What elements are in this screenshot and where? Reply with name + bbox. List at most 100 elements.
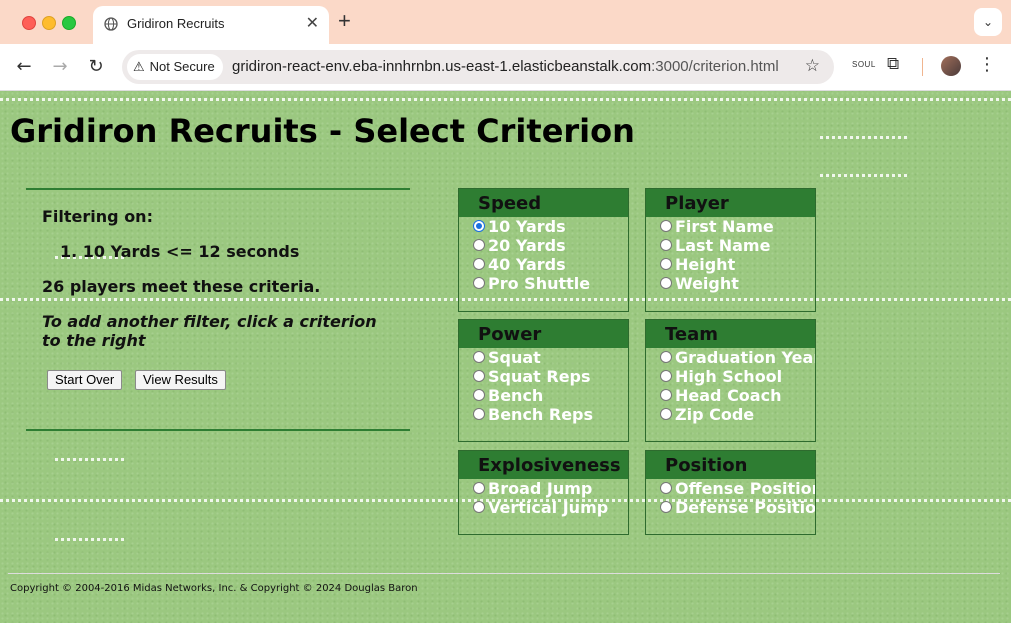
instruction-text: To add another filter, click a criterion… bbox=[42, 312, 377, 350]
radio-button[interactable] bbox=[473, 370, 485, 382]
toolbar-divider bbox=[922, 58, 923, 76]
option-height[interactable]: Height bbox=[646, 255, 815, 274]
team-header: Team bbox=[646, 320, 815, 348]
hash-mark bbox=[55, 538, 125, 541]
option-label: Squat Reps bbox=[488, 367, 591, 386]
option-offense-position[interactable]: Offense Position bbox=[646, 479, 815, 498]
radio-button[interactable] bbox=[473, 389, 485, 401]
globe-icon bbox=[104, 17, 118, 31]
option-label: Head Coach bbox=[675, 386, 782, 405]
option-pro-shuttle[interactable]: Pro Shuttle bbox=[459, 274, 628, 293]
zoom-window-button[interactable] bbox=[62, 16, 76, 30]
option-label: First Name bbox=[675, 217, 774, 236]
option-label: Pro Shuttle bbox=[488, 274, 591, 293]
option-squat-reps[interactable]: Squat Reps bbox=[459, 367, 628, 386]
option-squat[interactable]: Squat bbox=[459, 348, 628, 367]
footer-copyright: Copyright © 2004-2016 Midas Networks, In… bbox=[10, 583, 418, 594]
radio-button[interactable] bbox=[473, 501, 485, 513]
option-label: Zip Code bbox=[675, 405, 755, 424]
option-first-name[interactable]: First Name bbox=[646, 217, 815, 236]
radio-button[interactable] bbox=[473, 482, 485, 494]
option-vertical-jump[interactable]: Vertical Jump bbox=[459, 498, 628, 517]
back-icon[interactable]: ← bbox=[11, 54, 37, 80]
new-tab-icon[interactable]: + bbox=[338, 8, 351, 34]
yard-line bbox=[0, 98, 1011, 101]
divider-bottom bbox=[26, 429, 410, 431]
radio-button[interactable] bbox=[473, 277, 485, 289]
option-label: Graduation Year bbox=[675, 348, 816, 367]
filter-item: 1. 10 Yards <= 12 seconds bbox=[60, 242, 300, 261]
match-count: 26 players meet these criteria. bbox=[42, 277, 321, 296]
address-bar[interactable]: ⚠ Not Secure gridiron-react-env.eba-innhr… bbox=[122, 50, 834, 84]
radio-button[interactable] bbox=[473, 258, 485, 270]
speed-criteria-box: Speed 10 Yards 20 Yards 40 Yards Pro Shu… bbox=[458, 188, 629, 312]
warning-icon: ⚠ bbox=[133, 59, 145, 74]
browser-tab[interactable]: Gridiron Recruits ✕ bbox=[93, 6, 329, 44]
option-label: Broad Jump bbox=[488, 479, 593, 498]
option-label: Vertical Jump bbox=[488, 498, 609, 517]
soul-extension-icon[interactable]: SOUL bbox=[852, 60, 876, 69]
start-over-button[interactable]: Start Over bbox=[47, 370, 123, 390]
radio-button[interactable] bbox=[660, 220, 672, 232]
forward-icon[interactable]: → bbox=[47, 54, 73, 80]
radio-button[interactable] bbox=[473, 351, 485, 363]
option-label: Weight bbox=[675, 274, 739, 293]
option-graduation-year[interactable]: Graduation Year bbox=[646, 348, 815, 367]
option-weight[interactable]: Weight bbox=[646, 274, 815, 293]
option-label: 10 Yards bbox=[488, 217, 566, 236]
option-20-yards[interactable]: 20 Yards bbox=[459, 236, 628, 255]
option-10-yards[interactable]: 10 Yards bbox=[459, 217, 628, 236]
extensions-puzzle-icon[interactable]: ⧉ bbox=[887, 54, 899, 74]
option-label: Bench bbox=[488, 386, 544, 405]
close-window-button[interactable] bbox=[22, 16, 36, 30]
option-bench[interactable]: Bench bbox=[459, 386, 628, 405]
browser-menu-icon[interactable]: ⋮ bbox=[978, 54, 996, 75]
radio-button[interactable] bbox=[473, 408, 485, 420]
reload-icon[interactable]: ↻ bbox=[83, 54, 109, 80]
team-criteria-box: Team Graduation Year High School Head Co… bbox=[645, 319, 816, 442]
radio-button[interactable] bbox=[660, 501, 672, 513]
close-tab-icon[interactable]: ✕ bbox=[306, 13, 319, 33]
option-last-name[interactable]: Last Name bbox=[646, 236, 815, 255]
hash-mark bbox=[820, 136, 910, 139]
radio-button[interactable] bbox=[660, 408, 672, 420]
radio-button[interactable] bbox=[660, 482, 672, 494]
option-high-school[interactable]: High School bbox=[646, 367, 815, 386]
option-zip-code[interactable]: Zip Code bbox=[646, 405, 815, 424]
player-header: Player bbox=[646, 189, 815, 217]
view-results-button[interactable]: View Results bbox=[135, 370, 226, 390]
option-label: Last Name bbox=[675, 236, 771, 255]
radio-button[interactable] bbox=[660, 389, 672, 401]
radio-button[interactable] bbox=[660, 258, 672, 270]
hash-mark bbox=[55, 458, 125, 461]
radio-button[interactable] bbox=[473, 239, 485, 251]
security-chip[interactable]: ⚠ Not Secure bbox=[127, 54, 223, 80]
profile-avatar[interactable] bbox=[941, 56, 961, 76]
page-title: Gridiron Recruits - Select Criterion bbox=[10, 112, 635, 150]
divider-top bbox=[26, 188, 410, 190]
option-bench-reps[interactable]: Bench Reps bbox=[459, 405, 628, 424]
minimize-window-button[interactable] bbox=[42, 16, 56, 30]
radio-button[interactable] bbox=[660, 370, 672, 382]
option-40-yards[interactable]: 40 Yards bbox=[459, 255, 628, 274]
speed-header: Speed bbox=[459, 189, 628, 217]
radio-button[interactable] bbox=[660, 239, 672, 251]
position-criteria-box: Position Offense Position Defense Positi… bbox=[645, 450, 816, 535]
option-label: Height bbox=[675, 255, 736, 274]
url-text[interactable]: gridiron-react-env.eba-innhrnbn.us-east-… bbox=[232, 58, 779, 75]
option-head-coach[interactable]: Head Coach bbox=[646, 386, 815, 405]
footer-divider bbox=[8, 573, 1000, 574]
radio-selected[interactable] bbox=[473, 220, 485, 232]
option-defense-position[interactable]: Defense Position bbox=[646, 498, 815, 517]
position-header: Position bbox=[646, 451, 815, 479]
hash-mark bbox=[820, 174, 910, 177]
radio-button[interactable] bbox=[660, 351, 672, 363]
radio-button[interactable] bbox=[660, 277, 672, 289]
power-header: Power bbox=[459, 320, 628, 348]
bookmark-star-icon[interactable]: ☆ bbox=[805, 56, 820, 76]
option-broad-jump[interactable]: Broad Jump bbox=[459, 479, 628, 498]
tab-search-chevron-icon[interactable]: ⌄ bbox=[974, 8, 1002, 36]
option-label: High School bbox=[675, 367, 783, 386]
player-criteria-box: Player First Name Last Name Height Weigh… bbox=[645, 188, 816, 312]
tab-title: Gridiron Recruits bbox=[127, 16, 225, 31]
